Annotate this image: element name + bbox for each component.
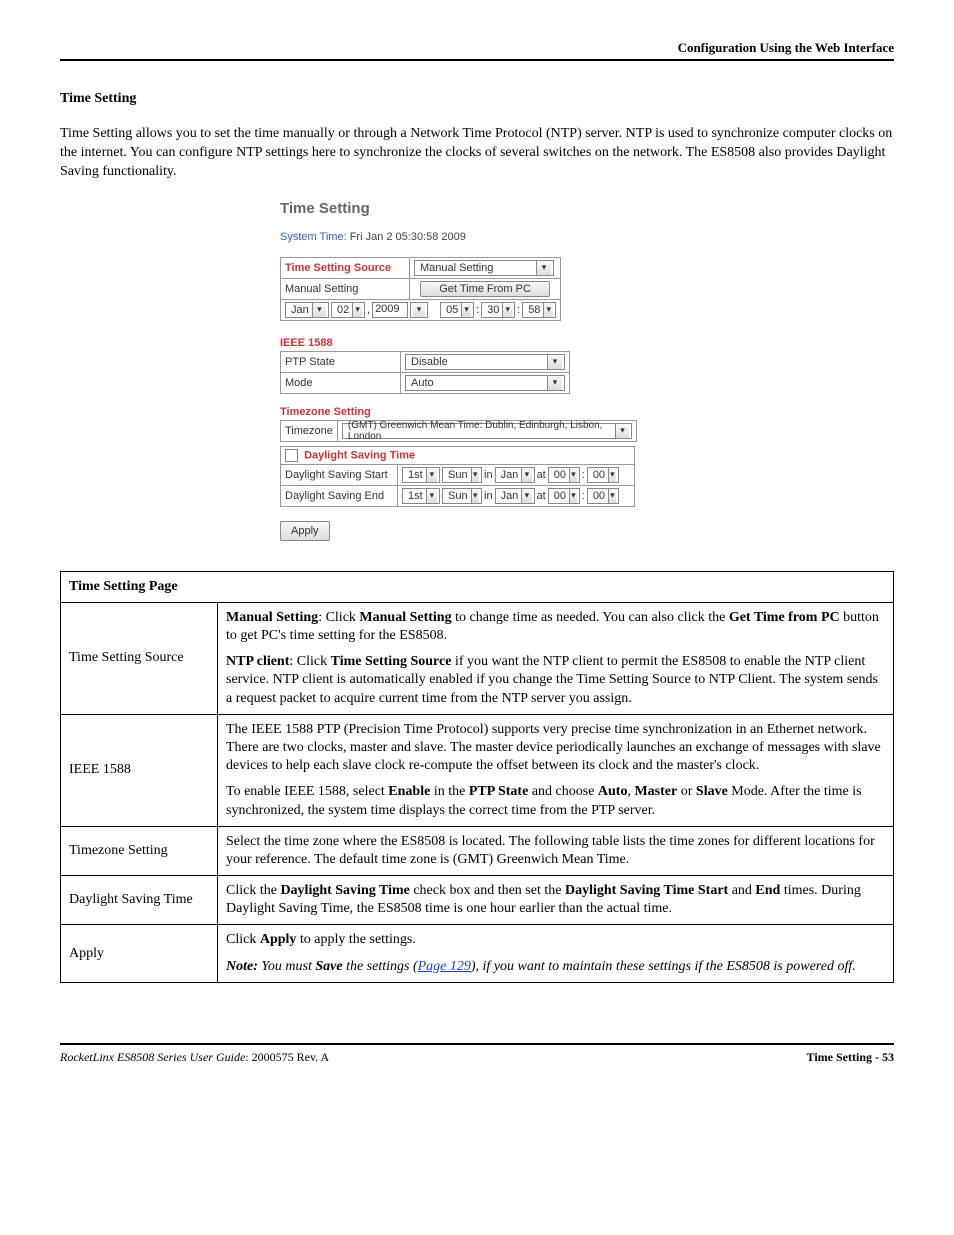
sc-ieee-heading: IEEE 1588 — [280, 337, 710, 349]
section-heading: Time Setting — [60, 91, 894, 107]
sc-min-select[interactable]: 30▾ — [481, 302, 515, 318]
chevron-down-icon: ▾ — [547, 355, 562, 369]
sc-year-arrow[interactable]: ▾ — [410, 302, 428, 318]
sc-source-label: Time Setting Source — [285, 262, 391, 274]
chevron-down-icon: ▾ — [569, 489, 577, 503]
sc-mode-label: Mode — [281, 372, 401, 393]
time-setting-page-table: Time Setting Page Time Setting Source Ma… — [60, 571, 894, 983]
footer-right: Time Setting - 53 — [807, 1050, 894, 1065]
sc-dst-start-label: Daylight Saving Start — [281, 464, 398, 485]
sc-title: Time Setting — [280, 200, 710, 217]
page-header: Configuration Using the Web Interface — [60, 40, 894, 61]
sc-tz-label: Timezone — [281, 420, 338, 441]
sc-ieee-table: PTP State Disable▾ Mode Auto▾ — [280, 351, 570, 394]
table-row: Time Setting Source Manual Setting: Clic… — [61, 602, 894, 714]
page-footer: RocketLinx ES8508 Series User Guide: 200… — [60, 1043, 894, 1065]
page-link[interactable]: Page 129 — [418, 959, 471, 974]
embedded-screenshot: Time Setting System Time: Fri Jan 2 05:3… — [280, 200, 710, 541]
sc-source-table: Time Setting Source Manual Setting▾ Manu… — [280, 257, 561, 321]
chevron-down-icon: ▾ — [426, 468, 437, 482]
sc-dst-month[interactable]: Jan▾ — [495, 467, 535, 483]
sc-dst-end-row: 1st▾ Sun▾ in Jan▾ at 00▾ : 00▾ — [402, 488, 619, 504]
sc-dst-start-row: 1st▾ Sun▾ in Jan▾ at 00▾ : 00▾ — [402, 467, 619, 483]
sc-apply-button[interactable]: Apply — [280, 521, 330, 541]
sc-dst-day2[interactable]: Sun▾ — [442, 488, 482, 504]
header-right: Configuration Using the Web Interface — [678, 40, 894, 55]
chevron-down-icon: ▾ — [413, 303, 425, 317]
footer-left: RocketLinx ES8508 Series User Guide: 200… — [60, 1050, 329, 1065]
sc-dst-hh2[interactable]: 00▾ — [548, 488, 580, 504]
row-label: Timezone Setting — [61, 826, 218, 875]
chevron-down-icon: ▾ — [502, 303, 512, 317]
sc-month-select[interactable]: Jan▾ — [285, 302, 329, 318]
sc-dst-nth2[interactable]: 1st▾ — [402, 488, 440, 504]
sc-dst-hh[interactable]: 00▾ — [548, 467, 580, 483]
chevron-down-icon: ▾ — [543, 303, 553, 317]
chevron-down-icon: ▾ — [615, 424, 629, 438]
row-label: IEEE 1588 — [61, 714, 218, 826]
row-content: Click the Daylight Saving Time check box… — [218, 876, 894, 925]
row-content: The IEEE 1588 PTP (Precision Time Protoc… — [218, 714, 894, 826]
chevron-down-icon: ▾ — [569, 468, 577, 482]
sc-dst-mm2[interactable]: 00▾ — [587, 488, 619, 504]
chevron-down-icon: ▾ — [521, 468, 531, 482]
sc-ptp-label: PTP State — [281, 351, 401, 372]
table-row: Daylight Saving Time Click the Daylight … — [61, 876, 894, 925]
chevron-down-icon: ▾ — [426, 489, 437, 503]
sc-dst-nth[interactable]: 1st▾ — [402, 467, 440, 483]
row-label: Time Setting Source — [61, 602, 218, 714]
sc-dst-month2[interactable]: Jan▾ — [495, 488, 535, 504]
table-row: IEEE 1588 The IEEE 1588 PTP (Precision T… — [61, 714, 894, 826]
chevron-down-icon: ▾ — [521, 489, 531, 503]
chevron-down-icon: ▾ — [471, 468, 479, 482]
sc-tz-heading: Timezone Setting — [280, 406, 710, 418]
sc-systime-label: System Time: — [280, 231, 347, 243]
table-row: Timezone Setting Select the time zone wh… — [61, 826, 894, 875]
chevron-down-icon: ▾ — [352, 303, 362, 317]
intro-paragraph: Time Setting allows you to set the time … — [60, 125, 894, 182]
chevron-down-icon: ▾ — [312, 303, 326, 317]
sc-year-input[interactable]: 2009 — [372, 302, 408, 318]
sc-sec-select[interactable]: 58▾ — [522, 302, 556, 318]
sc-tz-select[interactable]: (GMT) Greenwich Mean Time: Dublin, Edinb… — [342, 423, 632, 439]
sc-manual-label: Manual Setting — [281, 278, 410, 299]
sc-dst-day[interactable]: Sun▾ — [442, 467, 482, 483]
chevron-down-icon: ▾ — [536, 261, 551, 275]
row-content: Manual Setting: Click Manual Setting to … — [218, 602, 894, 714]
chevron-down-icon: ▾ — [608, 489, 616, 503]
table-row: Apply Click Apply to apply the settings.… — [61, 925, 894, 982]
sc-ptp-select[interactable]: Disable▾ — [405, 354, 565, 370]
sc-source-select[interactable]: Manual Setting▾ — [414, 260, 554, 276]
chevron-down-icon: ▾ — [608, 468, 616, 482]
sc-tz-table: Timezone (GMT) Greenwich Mean Time: Dubl… — [280, 420, 637, 442]
sc-date-row: Jan▾ 02▾ , 2009 ▾ 05▾ : 30▾ : 58▾ — [285, 302, 556, 318]
chevron-down-icon: ▾ — [461, 303, 471, 317]
sc-system-time: System Time: Fri Jan 2 05:30:58 2009 — [280, 231, 710, 243]
row-content: Select the time zone where the ES8508 is… — [218, 826, 894, 875]
row-content: Click Apply to apply the settings. Note:… — [218, 925, 894, 982]
chevron-down-icon: ▾ — [547, 376, 562, 390]
sc-systime-value: Fri Jan 2 05:30:58 2009 — [350, 231, 466, 243]
sc-dst-mm[interactable]: 00▾ — [587, 467, 619, 483]
sc-dst-table: Daylight Saving Time Daylight Saving Sta… — [280, 446, 635, 507]
sc-get-time-button[interactable]: Get Time From PC — [420, 281, 550, 297]
sc-day-select[interactable]: 02▾ — [331, 302, 365, 318]
row-label: Apply — [61, 925, 218, 982]
sc-mode-select[interactable]: Auto▾ — [405, 375, 565, 391]
row-label: Daylight Saving Time — [61, 876, 218, 925]
sc-hour-select[interactable]: 05▾ — [440, 302, 474, 318]
table-title: Time Setting Page — [61, 571, 894, 602]
chevron-down-icon: ▾ — [471, 489, 479, 503]
sc-dst-end-label: Daylight Saving End — [281, 485, 398, 506]
sc-dst-heading: Daylight Saving Time — [304, 449, 415, 461]
sc-dst-checkbox[interactable] — [285, 449, 298, 462]
